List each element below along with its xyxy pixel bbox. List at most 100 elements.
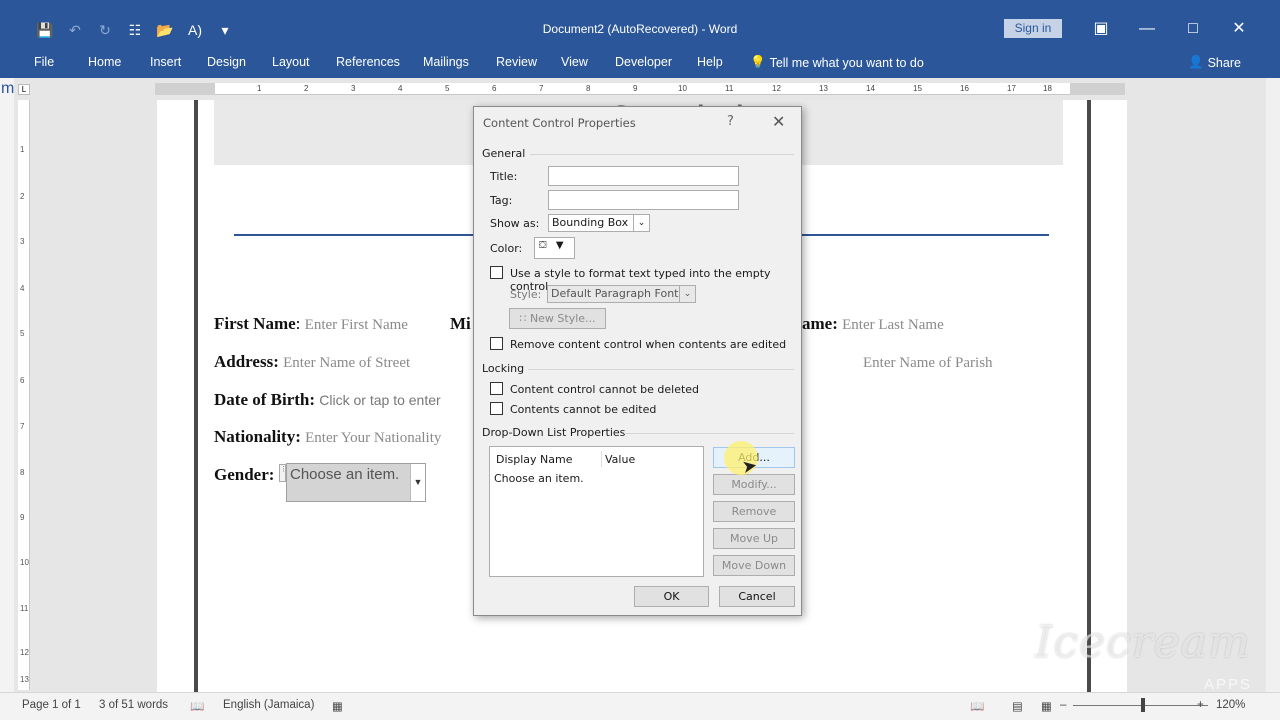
- parish-field: Enter Name of Parish: [863, 352, 993, 372]
- show-as-select[interactable]: Bounding Box ⌄: [548, 214, 650, 232]
- style-value: Default Paragraph Font: [551, 287, 679, 300]
- ok-button[interactable]: OK: [634, 586, 709, 607]
- ruler-number: 15: [913, 84, 922, 93]
- use-style-checkbox[interactable]: [490, 266, 503, 279]
- web-layout-icon[interactable]: ▦: [1041, 699, 1052, 713]
- dob-placeholder[interactable]: Click or tap to enter: [319, 392, 440, 408]
- horizontal-ruler[interactable]: 1 1 2 3 4 5 6 7 8 9 10 11 12 13 14 15 16…: [155, 83, 1125, 95]
- ruler-number: 5: [20, 329, 25, 338]
- ruler-number: 8: [586, 84, 591, 93]
- cancel-button[interactable]: Cancel: [719, 586, 795, 607]
- vertical-scrollbar[interactable]: [1266, 78, 1280, 692]
- cannot-edit-label: Contents cannot be edited: [510, 403, 657, 416]
- show-as-label: Show as:: [490, 217, 540, 230]
- left-edge-strip: m: [0, 78, 14, 692]
- tag-input[interactable]: [548, 190, 739, 210]
- parish-placeholder[interactable]: Enter Name of Parish: [863, 355, 993, 371]
- locking-group-header: Locking: [482, 362, 525, 375]
- title-bar: 💾 ↶ ↻ ☷ 📂 A) ▾ Document2 (AutoRecovered)…: [0, 0, 1280, 48]
- print-layout-icon[interactable]: ▤: [1012, 699, 1023, 713]
- tab-review[interactable]: Review: [496, 55, 537, 69]
- tab-references[interactable]: References: [336, 55, 400, 69]
- minimize-button[interactable]: —: [1124, 18, 1170, 40]
- macro-record-icon[interactable]: ▦: [332, 699, 343, 713]
- remove-button[interactable]: Remove: [713, 501, 795, 522]
- move-down-button[interactable]: Move Down: [713, 555, 795, 576]
- cannot-delete-label: Content control cannot be deleted: [510, 383, 700, 396]
- tab-mailings[interactable]: Mailings: [423, 55, 469, 69]
- ruler-number: 2: [20, 192, 25, 201]
- zoom-slider-thumb[interactable]: [1141, 698, 1145, 712]
- proofing-icon[interactable]: 📖: [190, 699, 204, 713]
- ribbon-display-options-icon[interactable]: ▣: [1078, 18, 1124, 40]
- zoom-out-icon[interactable]: –: [1060, 699, 1066, 711]
- word-count[interactable]: 3 of 51 words: [99, 699, 168, 711]
- ruler-number: 18: [1043, 84, 1052, 93]
- page-count[interactable]: Page 1 of 1: [22, 699, 81, 711]
- title-input[interactable]: [548, 166, 739, 186]
- ruler-number: 10: [678, 84, 687, 93]
- tab-selector[interactable]: L: [18, 84, 30, 95]
- tab-layout[interactable]: Layout: [272, 55, 310, 69]
- dialog-close-icon[interactable]: ✕: [772, 112, 785, 131]
- share-button[interactable]: 👤 Share: [1188, 55, 1241, 70]
- ruler-number: 11: [20, 604, 29, 613]
- tell-me-search[interactable]: 💡 Tell me what you want to do: [750, 55, 924, 70]
- read-mode-icon[interactable]: 📖: [970, 699, 984, 713]
- tab-view[interactable]: View: [561, 55, 588, 69]
- cannot-edit-checkbox[interactable]: [490, 402, 503, 415]
- zoom-level[interactable]: 120%: [1216, 699, 1245, 711]
- title-label: Title:: [490, 170, 518, 183]
- style-select[interactable]: Default Paragraph Font ⌄: [547, 285, 696, 303]
- lightbulb-icon: 💡: [750, 55, 766, 69]
- middle-name-label: Mi: [450, 314, 471, 333]
- column-header-value[interactable]: Value: [605, 453, 635, 466]
- help-icon[interactable]: ?: [727, 114, 734, 129]
- vertical-ruler[interactable]: 1 2 3 4 5 6 7 8 9 10 11 12 13: [18, 100, 30, 690]
- ruler-number: 9: [633, 84, 638, 93]
- new-style-button[interactable]: ∷ New Style...: [509, 308, 606, 329]
- group-divider: [530, 154, 794, 155]
- remove-when-edited-label: Remove content control when contents are…: [510, 338, 787, 351]
- first-name-placeholder[interactable]: Enter First Name: [305, 317, 408, 333]
- zoom-in-icon[interactable]: +: [1197, 699, 1204, 711]
- cannot-delete-checkbox[interactable]: [490, 382, 503, 395]
- tab-file[interactable]: File: [34, 55, 54, 69]
- ruler-number: 12: [20, 648, 29, 657]
- share-label: Share: [1207, 55, 1241, 70]
- ruler-number: 6: [20, 376, 25, 385]
- sign-in-button[interactable]: Sign in: [1004, 19, 1062, 38]
- group-divider: [528, 369, 794, 370]
- tell-me-label: Tell me what you want to do: [769, 55, 924, 70]
- watermark-logo: Icecream: [1035, 617, 1251, 668]
- tab-design[interactable]: Design: [207, 55, 246, 69]
- new-style-label: New Style...: [529, 312, 596, 325]
- remove-when-edited-checkbox[interactable]: [490, 337, 503, 350]
- last-name-placeholder[interactable]: Enter Last Name: [842, 317, 944, 333]
- tab-help[interactable]: Help: [697, 55, 723, 69]
- ruler-number: 10: [20, 558, 29, 567]
- tab-home[interactable]: Home: [88, 55, 121, 69]
- ruler-number: 4: [20, 284, 25, 293]
- chevron-down-icon: ▼: [555, 240, 564, 251]
- language[interactable]: English (Jamaica): [223, 699, 314, 711]
- gender-dropdown-arrow-icon[interactable]: ▼: [410, 464, 425, 501]
- modify-button[interactable]: Modify...: [713, 474, 795, 495]
- list-item[interactable]: Choose an item.: [494, 472, 584, 485]
- address-placeholder[interactable]: Enter Name of Street: [283, 355, 410, 371]
- tag-label: Tag:: [490, 194, 513, 207]
- content-control-handle[interactable]: ⋮: [279, 464, 287, 482]
- dropdown-items-list[interactable]: Display Name Value Choose an item.: [489, 446, 704, 577]
- nationality-placeholder[interactable]: Enter Your Nationality: [305, 430, 441, 446]
- tab-insert[interactable]: Insert: [150, 55, 181, 69]
- tab-developer[interactable]: Developer: [615, 55, 672, 69]
- move-up-button[interactable]: Move Up: [713, 528, 795, 549]
- close-button[interactable]: ✕: [1216, 18, 1262, 40]
- gender-dropdown-value[interactable]: Choose an item.: [287, 464, 411, 501]
- ruler-number: 7: [20, 422, 25, 431]
- content-control-properties-dialog: Content Control Properties ? ✕ General T…: [473, 106, 802, 616]
- column-header-display-name[interactable]: Display Name: [496, 453, 573, 466]
- maximize-button[interactable]: □: [1170, 18, 1216, 40]
- column-separator[interactable]: [601, 451, 602, 467]
- color-picker-button[interactable]: ⛋ ▼: [534, 237, 575, 259]
